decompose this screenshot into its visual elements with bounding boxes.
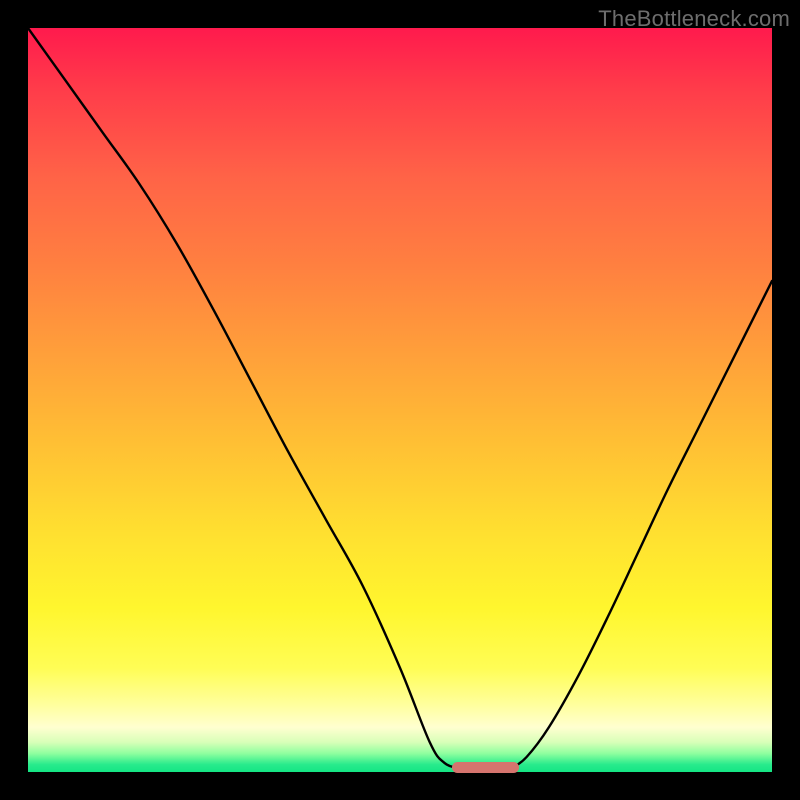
curve-layer	[28, 28, 772, 772]
right-curve-path	[512, 281, 772, 768]
bottleneck-marker	[452, 762, 519, 772]
plot-area	[28, 28, 772, 772]
chart-frame: TheBottleneck.com	[0, 0, 800, 800]
left-curve-path	[28, 28, 460, 768]
